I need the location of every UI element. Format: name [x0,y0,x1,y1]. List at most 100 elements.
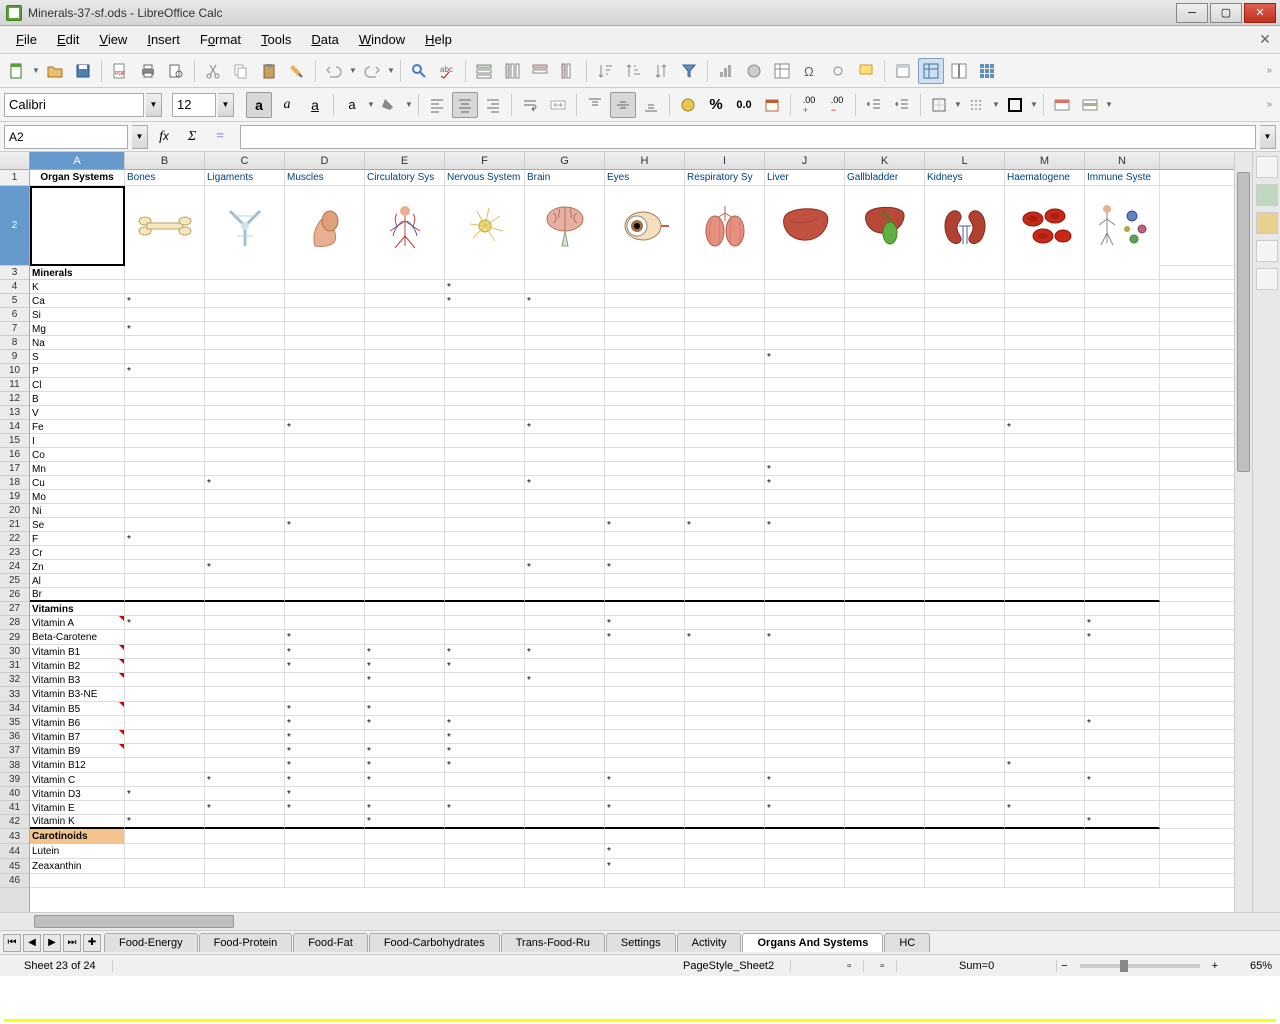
cell-C25[interactable] [205,574,285,588]
cell-K32[interactable] [845,673,925,687]
cell-J34[interactable] [765,702,845,716]
cell-I39[interactable] [685,773,765,787]
cell-H15[interactable] [605,434,685,448]
row-header-12[interactable]: 12 [0,392,29,406]
borders-button[interactable] [926,92,952,118]
cell-A40[interactable]: Vitamin D3 [30,787,125,801]
undo-dropdown[interactable]: ▼ [349,66,357,75]
cell-L13[interactable] [925,406,1005,420]
cell-I14[interactable] [685,420,765,434]
sort-desc-button[interactable] [620,58,646,84]
cell-L23[interactable] [925,546,1005,560]
decrease-indent-button[interactable] [861,92,887,118]
cell-E20[interactable] [365,504,445,518]
cell-D40[interactable]: * [285,787,365,801]
cell-D36[interactable]: * [285,730,365,744]
cell-D14[interactable]: * [285,420,365,434]
close-button[interactable]: ✕ [1244,3,1276,23]
comment-button[interactable] [853,58,879,84]
cell-A1[interactable]: Organ Systems [30,170,125,185]
column-header-J[interactable]: J [765,152,845,169]
cell-G42[interactable] [525,815,605,829]
cell-F31[interactable]: * [445,659,525,673]
zoom-slider[interactable] [1080,964,1200,968]
cell-C39[interactable]: * [205,773,285,787]
cell-F37[interactable]: * [445,744,525,758]
cell-H44[interactable]: * [605,844,685,859]
cell-F25[interactable] [445,574,525,588]
cell-G27[interactable] [525,602,605,616]
cell-N1[interactable]: Immune Syste [1085,170,1160,185]
cell-C18[interactable]: * [205,476,285,490]
cell-D10[interactable] [285,364,365,378]
cell-J6[interactable] [765,308,845,322]
cell-I36[interactable] [685,730,765,744]
cell-L44[interactable] [925,844,1005,859]
row-header-33[interactable]: 33 [0,687,29,702]
cell-L34[interactable] [925,702,1005,716]
align-top-button[interactable] [582,92,608,118]
row-header-34[interactable]: 34 [0,702,29,716]
row-header-5[interactable]: 5 [0,294,29,308]
cell-N17[interactable] [1085,462,1160,476]
cell-H27[interactable] [605,602,685,616]
cell-G16[interactable] [525,448,605,462]
cell-M18[interactable] [1005,476,1085,490]
cell-K17[interactable] [845,462,925,476]
cell-F32[interactable] [445,673,525,687]
cell-C27[interactable] [205,602,285,616]
cell-D28[interactable] [285,616,365,630]
cell-K27[interactable] [845,602,925,616]
cell-L14[interactable] [925,420,1005,434]
cell-E46[interactable] [365,874,445,888]
cell-C45[interactable] [205,859,285,874]
cell-B42[interactable]: * [125,815,205,829]
cell-M17[interactable] [1005,462,1085,476]
cell-I44[interactable] [685,844,765,859]
cell-G7[interactable] [525,322,605,336]
print-preview-button[interactable] [163,58,189,84]
align-middle-button[interactable] [610,92,636,118]
cell-G24[interactable]: * [525,560,605,574]
cell-E16[interactable] [365,448,445,462]
cell-B17[interactable] [125,462,205,476]
cell-F44[interactable] [445,844,525,859]
cell-E23[interactable] [365,546,445,560]
cell-B33[interactable] [125,687,205,702]
toolbar-overflow-icon[interactable]: » [1266,65,1276,76]
sidebar-styles-icon[interactable] [1256,184,1278,206]
maximize-button[interactable]: ▢ [1210,3,1242,23]
row-header-13[interactable]: 13 [0,406,29,420]
cell-H34[interactable] [605,702,685,716]
cell-D15[interactable] [285,434,365,448]
row-header-21[interactable]: 21 [0,518,29,532]
cell-L42[interactable] [925,815,1005,829]
cell-G11[interactable] [525,378,605,392]
cell-G9[interactable] [525,350,605,364]
cell-L11[interactable] [925,378,1005,392]
cell-G30[interactable]: * [525,645,605,659]
cell-A29[interactable]: Beta-Carotene [30,630,125,645]
pivot-table-button[interactable] [769,58,795,84]
cell-N36[interactable] [1085,730,1160,744]
row-header-6[interactable]: 6 [0,308,29,322]
cell-E12[interactable] [365,392,445,406]
cell-H31[interactable] [605,659,685,673]
cell-H1[interactable]: Eyes [605,170,685,185]
cell-J30[interactable] [765,645,845,659]
menu-window[interactable]: Window [349,28,415,51]
new-doc-dropdown[interactable]: ▼ [32,66,40,75]
cell-L6[interactable] [925,308,1005,322]
show-grid-button[interactable] [974,58,1000,84]
cell-D8[interactable] [285,336,365,350]
cell-H17[interactable] [605,462,685,476]
cell-I15[interactable] [685,434,765,448]
tab-first-button[interactable]: ⏮ [3,934,21,952]
column-header-A[interactable]: A [30,152,125,169]
cell-N35[interactable]: * [1085,716,1160,730]
cut-button[interactable] [200,58,226,84]
cell-B9[interactable] [125,350,205,364]
cell-C24[interactable]: * [205,560,285,574]
cell-D21[interactable]: * [285,518,365,532]
cell-B41[interactable] [125,801,205,815]
